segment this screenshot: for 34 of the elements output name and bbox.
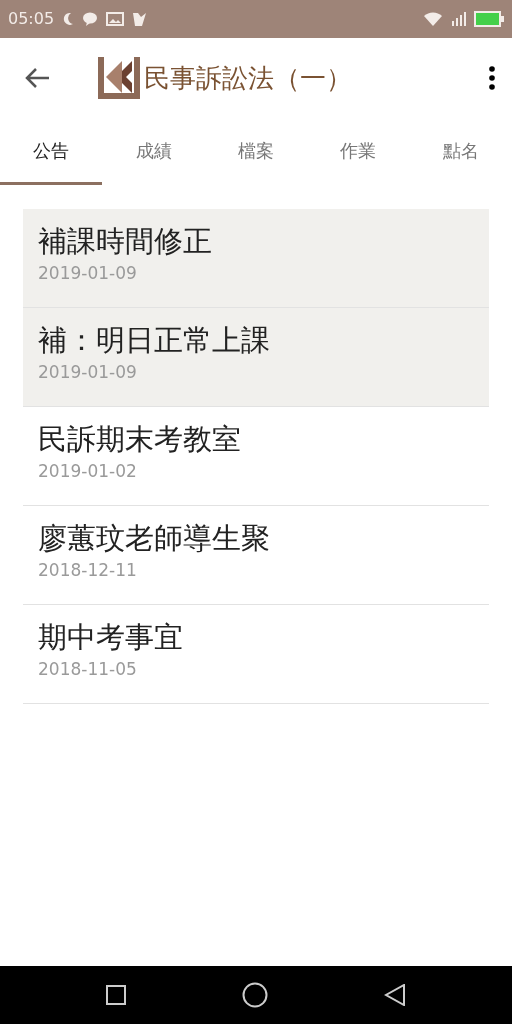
tab[interactable]: 作業 [307, 118, 410, 185]
announcement-title: 補：明日正常上課 [38, 322, 271, 359]
more-icon[interactable] [488, 66, 496, 90]
battery-icon [474, 11, 504, 27]
announcement-title: 期中考事宜 [38, 619, 184, 656]
announcement-date: 2018-11-05 [38, 657, 138, 681]
signal-icon [450, 12, 466, 26]
tab[interactable]: 成績 [102, 118, 205, 185]
tab[interactable]: 點名 [409, 118, 512, 185]
back-icon[interactable] [24, 67, 50, 89]
announcement-title: 補課時間修正 [38, 223, 213, 260]
announcement-item[interactable]: 期中考事宜 2018-11-05 [23, 605, 489, 704]
announcement-date: 2019-01-02 [38, 459, 138, 483]
recents-icon[interactable] [106, 985, 126, 1005]
announcement-date: 2018-12-11 [38, 558, 138, 582]
announcement-item[interactable]: 民訴期末考教室 2019-01-02 [23, 407, 489, 506]
announcement-date: 2019-01-09 [38, 360, 138, 384]
wifi-icon [424, 12, 442, 26]
chat-icon [82, 12, 99, 26]
logo-icon [98, 57, 140, 99]
announcement-title: 民訴期末考教室 [38, 421, 242, 458]
course-title: 民事訴訟法（一） [144, 61, 352, 95]
image-icon [106, 12, 125, 26]
back-triangle-icon[interactable] [384, 984, 406, 1006]
home-icon[interactable] [242, 982, 268, 1008]
tab[interactable]: 檔案 [204, 118, 308, 185]
announcement-item[interactable]: 補：明日正常上課 2019-01-09 [23, 308, 489, 407]
announcement-item[interactable]: 廖蕙玟老師導生聚 2018-12-11 [23, 506, 489, 605]
moon-icon [62, 12, 75, 26]
announcement-title: 廖蕙玟老師導生聚 [38, 520, 271, 557]
clock: 05:05 [8, 8, 55, 30]
tab[interactable]: 公告 [0, 118, 103, 185]
announcement-date: 2019-01-09 [38, 261, 138, 285]
announcement-item[interactable]: 補課時間修正 2019-01-09 [23, 209, 489, 308]
